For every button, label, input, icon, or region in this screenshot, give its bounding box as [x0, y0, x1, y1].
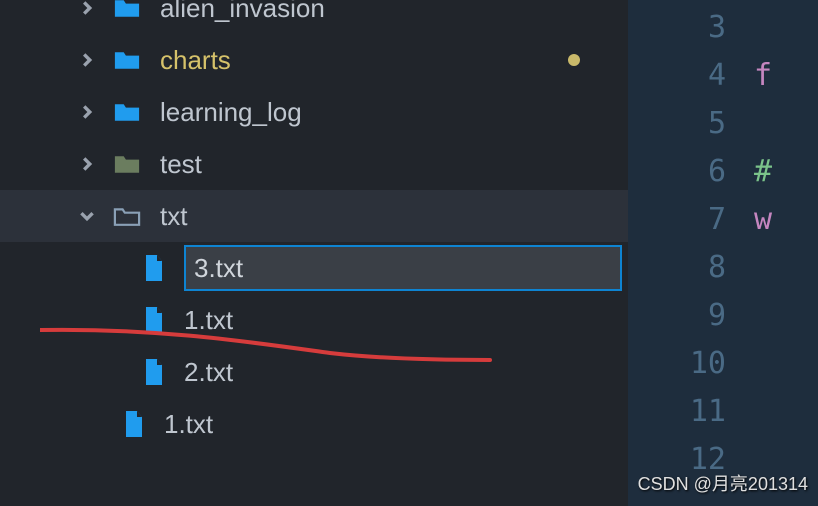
chevron-right-icon [78, 155, 96, 173]
file-explorer-sidebar: alien_invasion charts learning_log test … [0, 0, 628, 506]
folder-label: test [160, 149, 202, 180]
line-number: 10 [628, 340, 746, 388]
folder-icon [112, 0, 142, 20]
line-number: 6 [628, 148, 746, 196]
chevron-right-icon [78, 51, 96, 69]
file-icon [142, 253, 166, 283]
file-icon [142, 357, 166, 387]
tree-row-rename[interactable] [34, 242, 628, 294]
code-token: f [754, 52, 772, 100]
file-icon [122, 409, 146, 439]
line-number: 11 [628, 388, 746, 436]
chevron-down-icon [78, 207, 96, 225]
folder-label: alien_invasion [160, 0, 325, 24]
modified-indicator-icon [568, 54, 580, 66]
line-number: 5 [628, 100, 746, 148]
code-token: # [754, 148, 772, 196]
line-number: 8 [628, 244, 746, 292]
watermark: CSDN @月亮201314 [638, 470, 808, 496]
file-icon [142, 305, 166, 335]
chevron-right-icon [78, 0, 96, 17]
folder-label: txt [160, 201, 187, 232]
tree-row-charts[interactable]: charts [34, 34, 628, 86]
folder-open-icon [112, 204, 142, 228]
line-number-gutter: 3 4 5 6 7 8 9 10 11 12 [628, 0, 746, 506]
line-number: 9 [628, 292, 746, 340]
chevron-right-icon [78, 103, 96, 121]
tree-row-alien-invasion[interactable]: alien_invasion [34, 0, 628, 34]
tree-row-file[interactable]: 2.txt [34, 346, 628, 398]
folder-label: learning_log [160, 97, 302, 128]
tree-row-file[interactable]: 1.txt [34, 294, 628, 346]
folder-icon [112, 152, 142, 176]
tree-row-learning-log[interactable]: learning_log [34, 86, 628, 138]
tree-row-file[interactable]: 1.txt [34, 398, 628, 450]
line-number: 4 [628, 52, 746, 100]
line-number: 7 [628, 196, 746, 244]
file-label: 1.txt [184, 305, 233, 336]
editor-pane: 3 4 5 6 7 8 9 10 11 12 f # w [628, 0, 818, 506]
folder-label: charts [160, 45, 231, 76]
code-area[interactable]: f # w [746, 0, 818, 506]
file-label: 2.txt [184, 357, 233, 388]
file-label: 1.txt [164, 409, 213, 440]
folder-icon [112, 100, 142, 124]
code-token: w [754, 196, 772, 244]
tree-row-test[interactable]: test [34, 138, 628, 190]
tree-row-txt[interactable]: txt [0, 190, 628, 242]
rename-input[interactable] [184, 245, 622, 291]
line-number: 3 [628, 4, 746, 52]
folder-icon [112, 48, 142, 72]
